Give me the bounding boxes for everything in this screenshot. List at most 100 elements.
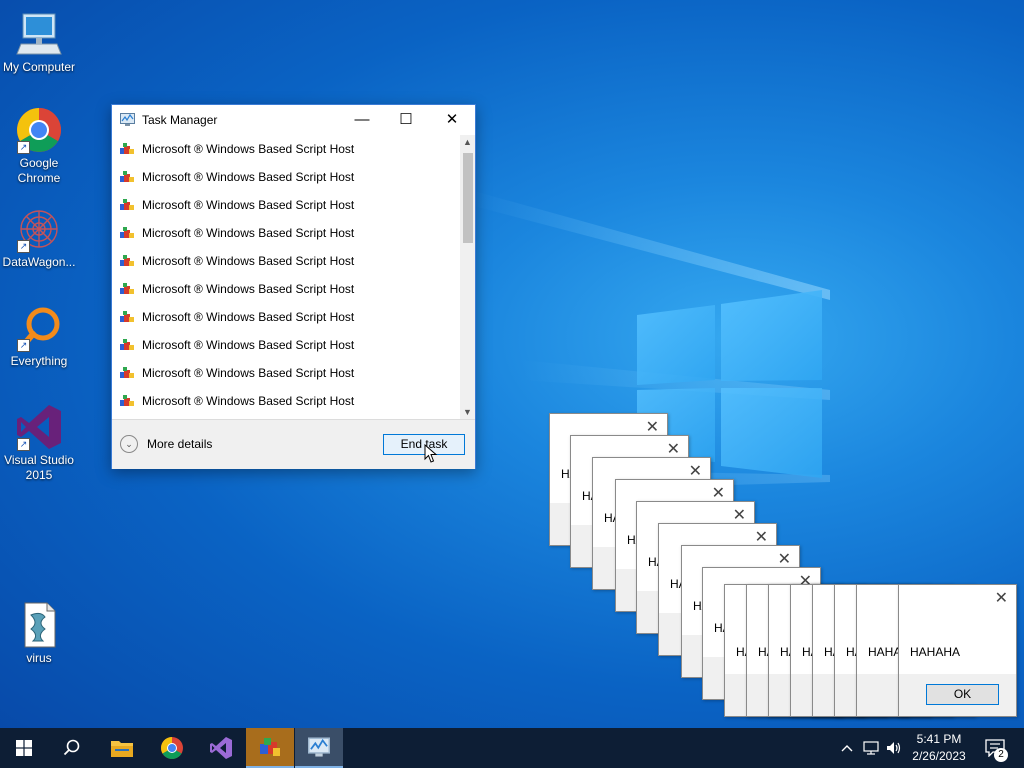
network-icon[interactable] (860, 728, 882, 768)
taskbar-file-explorer[interactable] (98, 728, 146, 768)
process-name: Microsoft ® Windows Based Script Host (142, 226, 355, 240)
chevron-down-icon: ⌄ (120, 435, 138, 453)
process-row[interactable]: Microsoft ® Windows Based Script Host (112, 163, 460, 191)
close-icon[interactable]: ✕ (646, 417, 659, 437)
close-icon[interactable]: ✕ (755, 527, 768, 547)
close-icon[interactable]: ✕ (733, 505, 746, 525)
process-row[interactable]: Microsoft ® Windows Based Script Host (112, 191, 460, 219)
desktop-icon-my-computer[interactable]: My Computer (1, 10, 77, 75)
maximize-button[interactable]: ☐ (384, 105, 428, 135)
process-name: Microsoft ® Windows Based Script Host (142, 282, 355, 296)
more-details-label: More details (147, 437, 213, 451)
tray-overflow-chevron-icon[interactable] (838, 728, 856, 768)
chrome-icon: ↗ (15, 106, 63, 154)
desktop-icon-label: Visual Studio 2015 (4, 453, 74, 482)
script-host-icon (120, 255, 134, 267)
notification-center-button[interactable]: 2 (980, 728, 1010, 768)
taskbar-visual-studio[interactable] (197, 728, 245, 768)
process-list: Microsoft ® Windows Based Script Host Mic… (112, 135, 460, 419)
shortcut-arrow-icon: ↗ (17, 240, 30, 253)
process-name: Microsoft ® Windows Based Script Host (142, 394, 355, 408)
windows-logo-icon (16, 740, 32, 756)
notification-badge: 2 (994, 748, 1008, 762)
script-host-icon (120, 395, 134, 407)
process-row[interactable]: Microsoft ® Windows Based Script Host (112, 303, 460, 331)
process-name: Microsoft ® Windows Based Script Host (142, 310, 355, 324)
search-button[interactable] (48, 728, 96, 768)
clock-time: 5:41 PM (916, 732, 962, 746)
magnifier-icon: ↗ (15, 304, 63, 352)
folder-icon (111, 741, 133, 757)
process-name: Microsoft ® Windows Based Script Host (142, 198, 355, 212)
script-host-icon (120, 283, 134, 295)
script-host-icon (120, 199, 134, 211)
process-name: Microsoft ® Windows Based Script Host (142, 254, 355, 268)
script-host-icon (120, 143, 134, 155)
clock-date: 2/26/2023 (912, 749, 966, 763)
title-bar[interactable]: Task Manager — ☐ ✕ (112, 105, 475, 135)
message-text: HAHA (868, 645, 902, 659)
desktop-icon-label: Google Chrome (17, 156, 61, 185)
script-host-icon (120, 227, 134, 239)
window-title: Task Manager (142, 113, 218, 127)
chrome-icon (161, 737, 183, 759)
close-button[interactable]: ✕ (430, 105, 474, 135)
datawagon-icon: ↗ (15, 205, 63, 253)
shortcut-arrow-icon: ↗ (17, 141, 30, 154)
task-manager-footer: ⌄ More details End task (112, 419, 475, 469)
desktop-icon-virus[interactable]: virus (1, 601, 77, 666)
process-row[interactable]: Microsoft ® Windows Based Script Host (112, 219, 460, 247)
close-icon[interactable]: ✕ (995, 588, 1008, 608)
visual-studio-icon (210, 737, 232, 759)
system-clock[interactable]: 5:41 PM 2/26/2023 (905, 731, 973, 765)
more-details-toggle[interactable]: ⌄ More details (120, 435, 212, 453)
message-text: HAHAHA (910, 645, 961, 659)
desktop-icon-label: My Computer (2, 60, 76, 74)
task-manager-icon (308, 737, 330, 757)
desktop-icon-google-chrome[interactable]: ↗ Google Chrome (1, 106, 77, 186)
desktop-icon-label: DataWagon... (2, 255, 76, 269)
visual-studio-icon: ↗ (15, 403, 63, 451)
taskbar: 5:41 PM 2/26/2023 2 (0, 728, 1024, 768)
desktop-icon-visual-studio[interactable]: ↗ Visual Studio 2015 (1, 403, 77, 483)
volume-icon[interactable] (883, 728, 905, 768)
start-button[interactable] (0, 728, 48, 768)
process-row[interactable]: Microsoft ® Windows Based Script Host (112, 387, 460, 415)
script-file-icon (15, 601, 63, 649)
taskbar-script-host[interactable] (246, 728, 294, 768)
close-icon[interactable]: ✕ (712, 483, 725, 503)
close-icon[interactable]: ✕ (667, 439, 680, 459)
computer-icon (15, 10, 63, 58)
scroll-up-icon[interactable]: ▲ (460, 135, 475, 149)
shortcut-arrow-icon: ↗ (17, 438, 30, 451)
process-row[interactable]: Microsoft ® Windows Based Script Host (112, 359, 460, 387)
minimize-button[interactable]: — (340, 105, 384, 135)
task-manager-icon (120, 113, 135, 126)
scroll-thumb[interactable] (463, 153, 473, 243)
scroll-down-icon[interactable]: ▼ (460, 405, 475, 419)
desktop-icon-label: virus (26, 651, 52, 665)
close-icon[interactable]: ✕ (778, 549, 791, 569)
mouse-cursor-icon (424, 444, 438, 463)
script-host-icon (120, 311, 134, 323)
script-host-icon (260, 738, 280, 756)
process-row[interactable]: Microsoft ® Windows Based Script Host (112, 331, 460, 359)
desktop-icon-datawagon[interactable]: ↗ DataWagon... (1, 205, 77, 270)
ok-button[interactable]: OK (926, 684, 999, 705)
script-host-icon (120, 339, 134, 351)
task-manager-window[interactable]: Task Manager — ☐ ✕ Microsoft ® Windows B… (111, 104, 476, 469)
process-row[interactable]: Microsoft ® Windows Based Script Host (112, 135, 460, 163)
taskbar-chrome[interactable] (148, 728, 196, 768)
process-row[interactable]: Microsoft ® Windows Based Script Host (112, 275, 460, 303)
process-name: Microsoft ® Windows Based Script Host (142, 142, 355, 156)
process-row[interactable]: Microsoft ® Windows Based Script Host (112, 247, 460, 275)
desktop-icon-everything[interactable]: ↗ Everything (1, 304, 77, 369)
close-icon[interactable]: ✕ (689, 461, 702, 481)
process-name: Microsoft ® Windows Based Script Host (142, 338, 355, 352)
search-icon (63, 739, 80, 756)
script-host-icon (120, 367, 134, 379)
vertical-scrollbar[interactable]: ▲ ▼ (460, 135, 475, 419)
process-name: Microsoft ® Windows Based Script Host (142, 366, 355, 380)
taskbar-task-manager[interactable] (295, 728, 343, 768)
message-box[interactable]: ✕ HAHAHA OK (898, 584, 1017, 717)
